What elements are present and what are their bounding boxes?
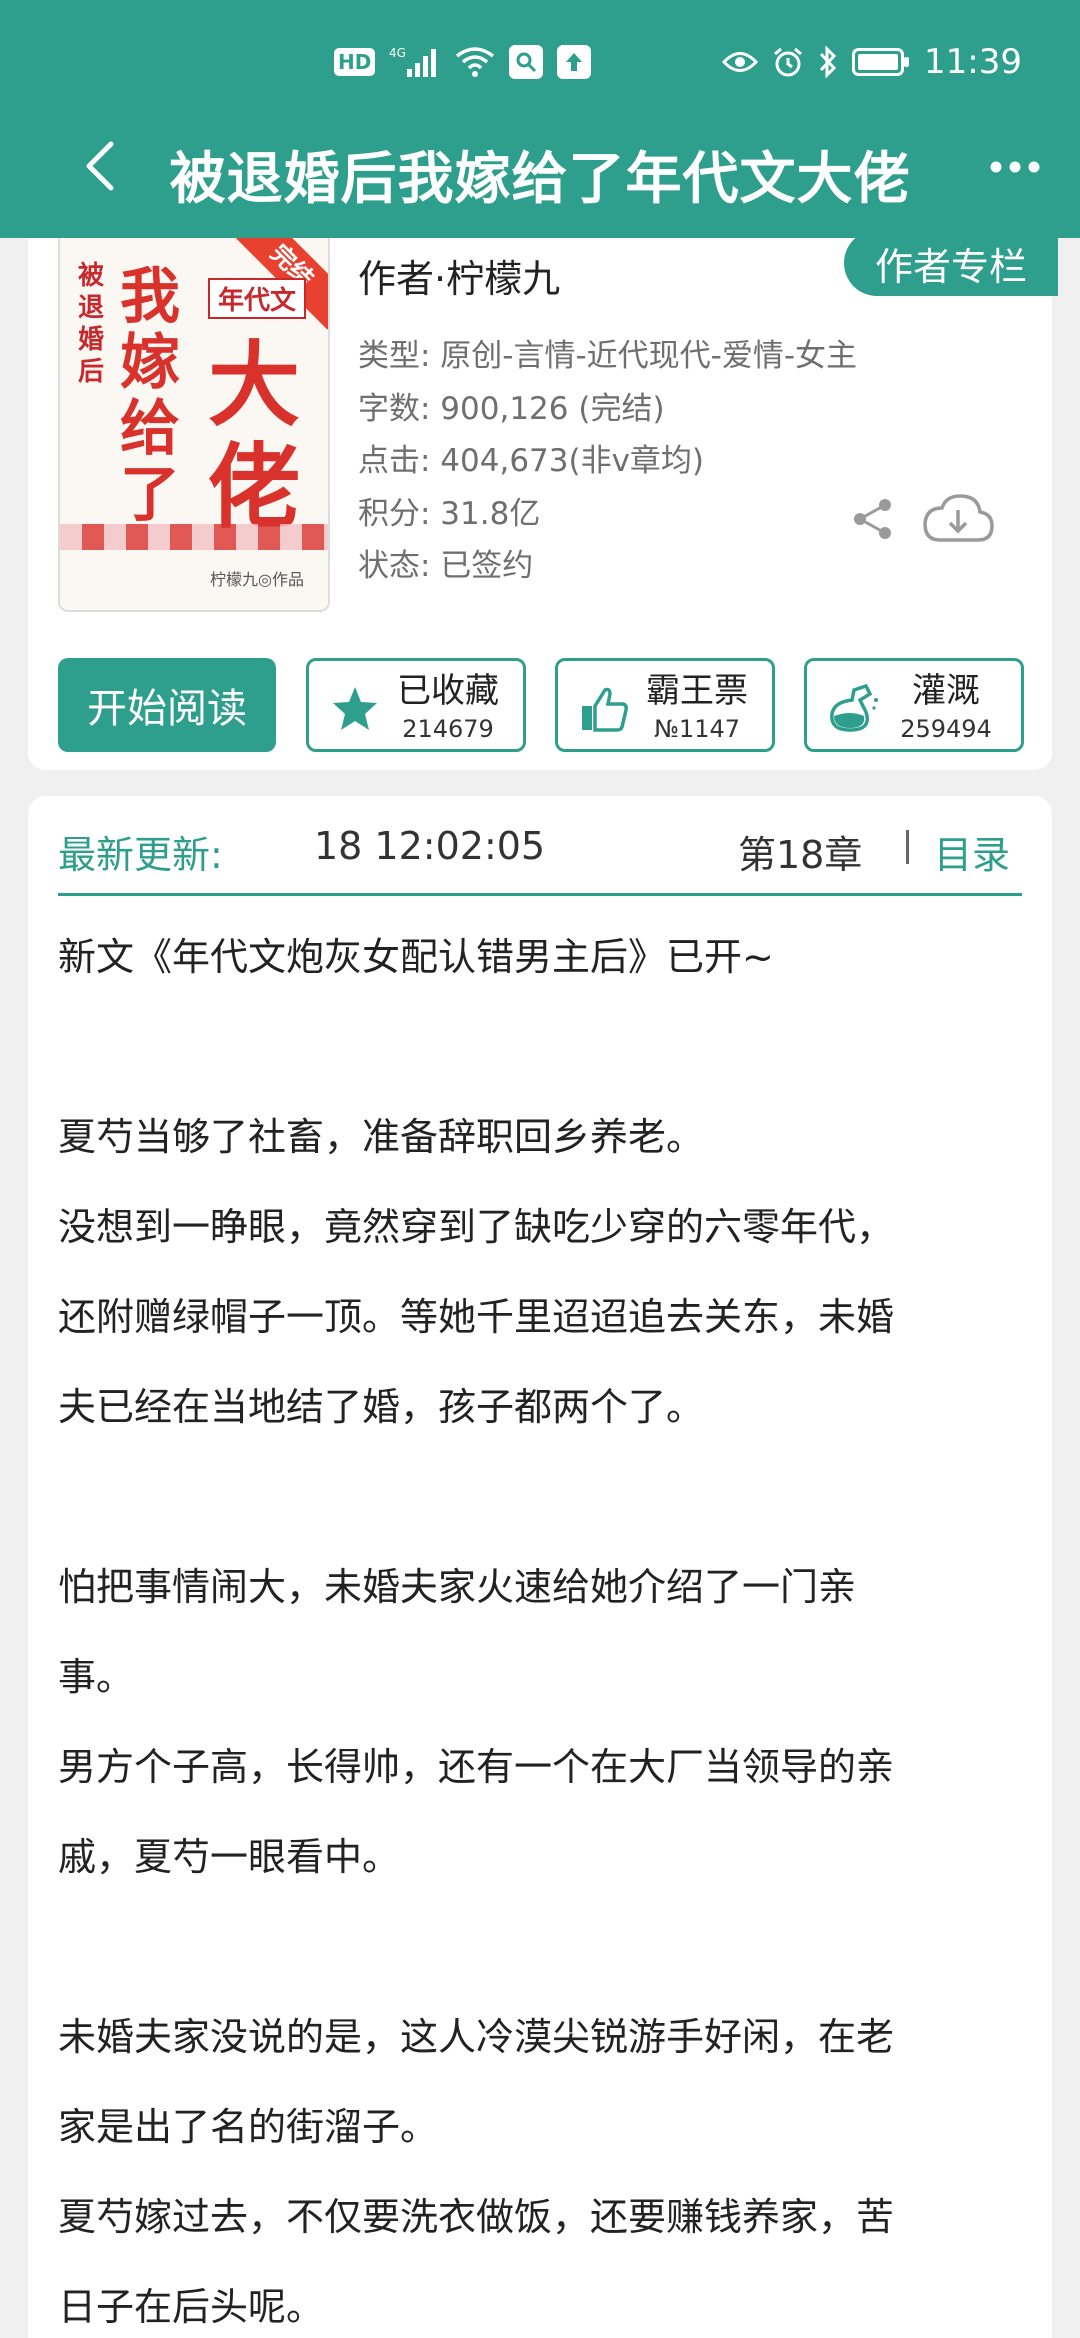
search-app-icon (509, 45, 544, 79)
title-bar: 被退婚后我嫁给了年代文大佬 (0, 120, 1080, 238)
description-line: 日子在后头呢。 (58, 2285, 325, 2329)
more-button[interactable] (980, 142, 1050, 192)
cover-author-mark: 柠檬九◎作品 (210, 570, 304, 589)
bluetooth-icon (818, 45, 838, 79)
meta-points: 积分: 31.8亿 (358, 495, 541, 532)
status-bar-left: HD 4G (334, 40, 592, 84)
nutrient-count: 259494 (900, 715, 992, 743)
cover-huge-title: 大佬 (208, 331, 301, 541)
book-description: 新文《年代文炮灰女配认错男主后》已开~ 夏芍当够了社畜，准备辞职回乡养老。 没想… (58, 912, 1038, 2338)
vote-label: 霸王票 (646, 671, 748, 711)
status-bar: HD 4G 11:39 (0, 0, 1080, 120)
content-card: 最新更新: 18 12:02:05 第18章 目录 新文《年代文炮灰女配认错男主… (28, 796, 1052, 2338)
description-line: 夏芍嫁过去，不仅要洗衣做饭，还要赚钱养家，苦 (58, 2195, 895, 2239)
latest-update-label: 最新更新: (58, 833, 223, 877)
cover-tag: 年代文 (208, 278, 307, 319)
alarm-icon (772, 46, 804, 78)
meta-words: 字数: 900,126 (完结) (358, 390, 665, 427)
table-of-contents-link[interactable]: 目录 (934, 824, 1010, 879)
description-line (58, 1452, 1038, 1542)
signal-icon: 4G (389, 45, 441, 79)
meta-clicks: 点击: 404,673(非v章均) (358, 443, 705, 479)
upload-icon (557, 45, 592, 79)
share-button[interactable] (848, 494, 898, 544)
description-line: 夏芍当够了社畜，准备辞职回乡养老。 (58, 1115, 705, 1159)
app-header: HD 4G 11:39 被退婚后我嫁给了年代文大佬 (0, 0, 1080, 238)
flask-icon (825, 681, 881, 737)
description-line: 新文《年代文炮灰女配认错男主后》已开~ (58, 935, 774, 979)
description-line: 夫已经在当地结了婚，孩子都两个了。 (58, 1385, 705, 1429)
book-meta: 类型: 原创-言情-近代现代-爱情-女主 字数: 900,126 (完结) 点击… (358, 330, 857, 593)
meta-status: 状态: 已签约 (358, 548, 534, 584)
author-name[interactable]: 作者·柠檬九 (358, 248, 560, 303)
cloud-download-icon (923, 494, 994, 542)
book-info-card: 完结 被退婚后 我嫁给了 年代文 大佬 柠檬九◎作品 作者·柠檬九 作者专栏 类… (28, 230, 1058, 770)
description-line: 未婚夫家没说的是，这人冷漠尖锐游手好闲，在老 (58, 2015, 895, 2059)
favorite-button[interactable]: 已收藏 214679 (306, 658, 526, 752)
download-button[interactable] (918, 490, 998, 548)
cover-small-title: 被退婚后 (78, 261, 105, 387)
cover-stripe (60, 524, 328, 550)
description-line: 家是出了名的街溜子。 (58, 2105, 439, 2149)
battery-icon (852, 48, 910, 76)
description-line: 事。 (58, 1655, 135, 1699)
description-line (58, 1002, 1038, 1092)
latest-chapter-link[interactable]: 第18章 (738, 824, 862, 879)
favorite-label: 已收藏 (397, 671, 499, 711)
thumbs-up-icon (576, 681, 632, 737)
nutrient-button[interactable]: 灌溉 259494 (804, 658, 1024, 752)
wifi-icon (455, 46, 495, 78)
clock: 11:39 (924, 42, 1022, 82)
book-cover[interactable]: 完结 被退婚后 我嫁给了 年代文 大佬 柠檬九◎作品 (58, 238, 330, 612)
latest-update-time: 18 12:02:05 (314, 824, 546, 868)
svg-text:4G: 4G (389, 46, 406, 60)
description-line (58, 1902, 1038, 1992)
status-bar-right: 11:39 (722, 40, 1022, 84)
star-icon (327, 681, 383, 737)
description-line: 怕把事情闹大，未婚夫家火速给她介绍了一门亲 (58, 1565, 857, 1609)
cover-big-title: 我嫁给了 (120, 262, 180, 530)
author-column-button[interactable]: 作者专栏 (844, 230, 1058, 296)
action-bar: 开始阅读 已收藏 214679 霸王票 №1147 灌溉 259494 (58, 658, 1030, 752)
description-line: 男方个子高，长得帅，还有一个在大厂当领导的亲 (58, 1745, 895, 1789)
description-line: 戚，夏芍一眼看中。 (58, 1835, 401, 1879)
eye-icon (722, 49, 759, 75)
meta-type: 类型: 原创-言情-近代现代-爱情-女主 (358, 338, 858, 374)
vote-button[interactable]: 霸王票 №1147 (555, 658, 775, 752)
vote-rank: №1147 (653, 715, 741, 743)
more-dots-icon (990, 161, 1040, 173)
divider (906, 830, 909, 864)
description-line: 还附赠绿帽子一顶。等她千里迢迢追去关东，未婚 (58, 1295, 895, 1339)
latest-update-row: 最新更新: 18 12:02:05 第18章 目录 (58, 796, 1022, 896)
nutrient-label: 灌溉 (912, 671, 980, 711)
share-icon (854, 499, 891, 539)
page-title: 被退婚后我嫁给了年代文大佬 (169, 147, 911, 212)
favorite-count: 214679 (402, 715, 494, 743)
hd-badge: HD (334, 48, 376, 76)
start-reading-button[interactable]: 开始阅读 (58, 658, 276, 752)
description-line: 没想到一睁眼，竟然穿到了缺吃少穿的六零年代， (58, 1205, 895, 1249)
